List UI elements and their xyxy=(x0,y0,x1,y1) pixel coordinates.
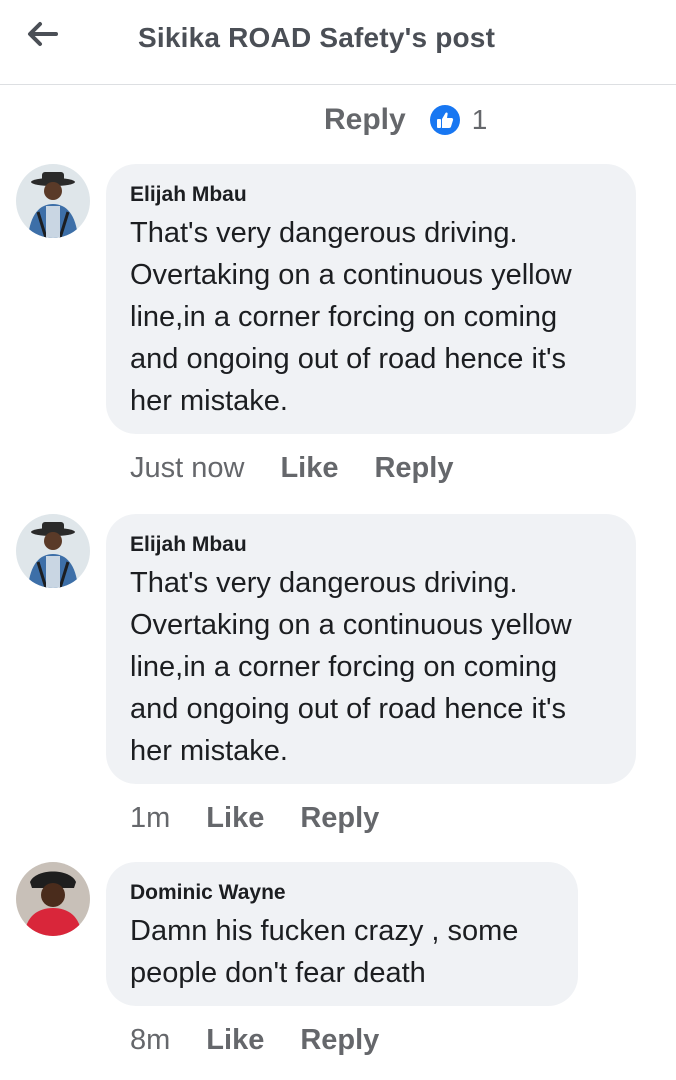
comment-text: Damn his fucken crazy , some people don'… xyxy=(130,915,519,989)
comment-author[interactable]: Elijah Mbau xyxy=(130,532,612,558)
back-arrow-icon xyxy=(28,22,58,46)
reply-button[interactable]: Reply xyxy=(300,802,379,835)
comment-timestamp[interactable]: 8m xyxy=(130,1024,170,1057)
comment-bubble: Dominic Wayne Damn his fucken crazy , so… xyxy=(106,862,578,1006)
comment-bubble: Elijah Mbau That's very dangerous drivin… xyxy=(106,514,636,784)
back-button[interactable] xyxy=(22,18,66,54)
page-title: Sikika ROAD Safety's post xyxy=(138,22,496,53)
avatar-photo xyxy=(16,164,90,238)
comment-actions: Just now Like Reply xyxy=(130,452,453,485)
comment-actions: 1m Like Reply xyxy=(130,802,379,835)
avatar[interactable] xyxy=(16,164,90,238)
like-reaction-badge[interactable] xyxy=(429,105,460,135)
like-button[interactable]: Like xyxy=(280,452,338,485)
comment-actions: 8m Like Reply xyxy=(130,1024,379,1057)
comment-text: That's very dangerous driving. Overtakin… xyxy=(130,217,572,417)
comment-timestamp[interactable]: 1m xyxy=(130,802,170,835)
top-bar: Sikika ROAD Safety's post xyxy=(0,0,676,85)
avatar[interactable] xyxy=(16,514,90,588)
avatar-photo xyxy=(16,862,90,936)
comment-bubble: Elijah Mbau That's very dangerous drivin… xyxy=(106,164,636,434)
comment-author[interactable]: Dominic Wayne xyxy=(130,880,554,906)
comment-author[interactable]: Elijah Mbau xyxy=(130,182,612,208)
like-count: 1 xyxy=(471,104,488,135)
comment-text: That's very dangerous driving. Overtakin… xyxy=(130,567,572,767)
reply-link[interactable]: Reply xyxy=(324,103,406,137)
avatar-photo xyxy=(16,514,90,588)
avatar[interactable] xyxy=(16,862,90,936)
parent-comment-actions: Reply 1 xyxy=(324,100,487,140)
like-button[interactable]: Like xyxy=(206,802,264,835)
reply-button[interactable]: Reply xyxy=(374,452,453,485)
reply-button[interactable]: Reply xyxy=(300,1024,379,1057)
thumbs-up-icon xyxy=(436,112,453,128)
like-button[interactable]: Like xyxy=(206,1024,264,1057)
comment-timestamp[interactable]: Just now xyxy=(130,452,244,485)
